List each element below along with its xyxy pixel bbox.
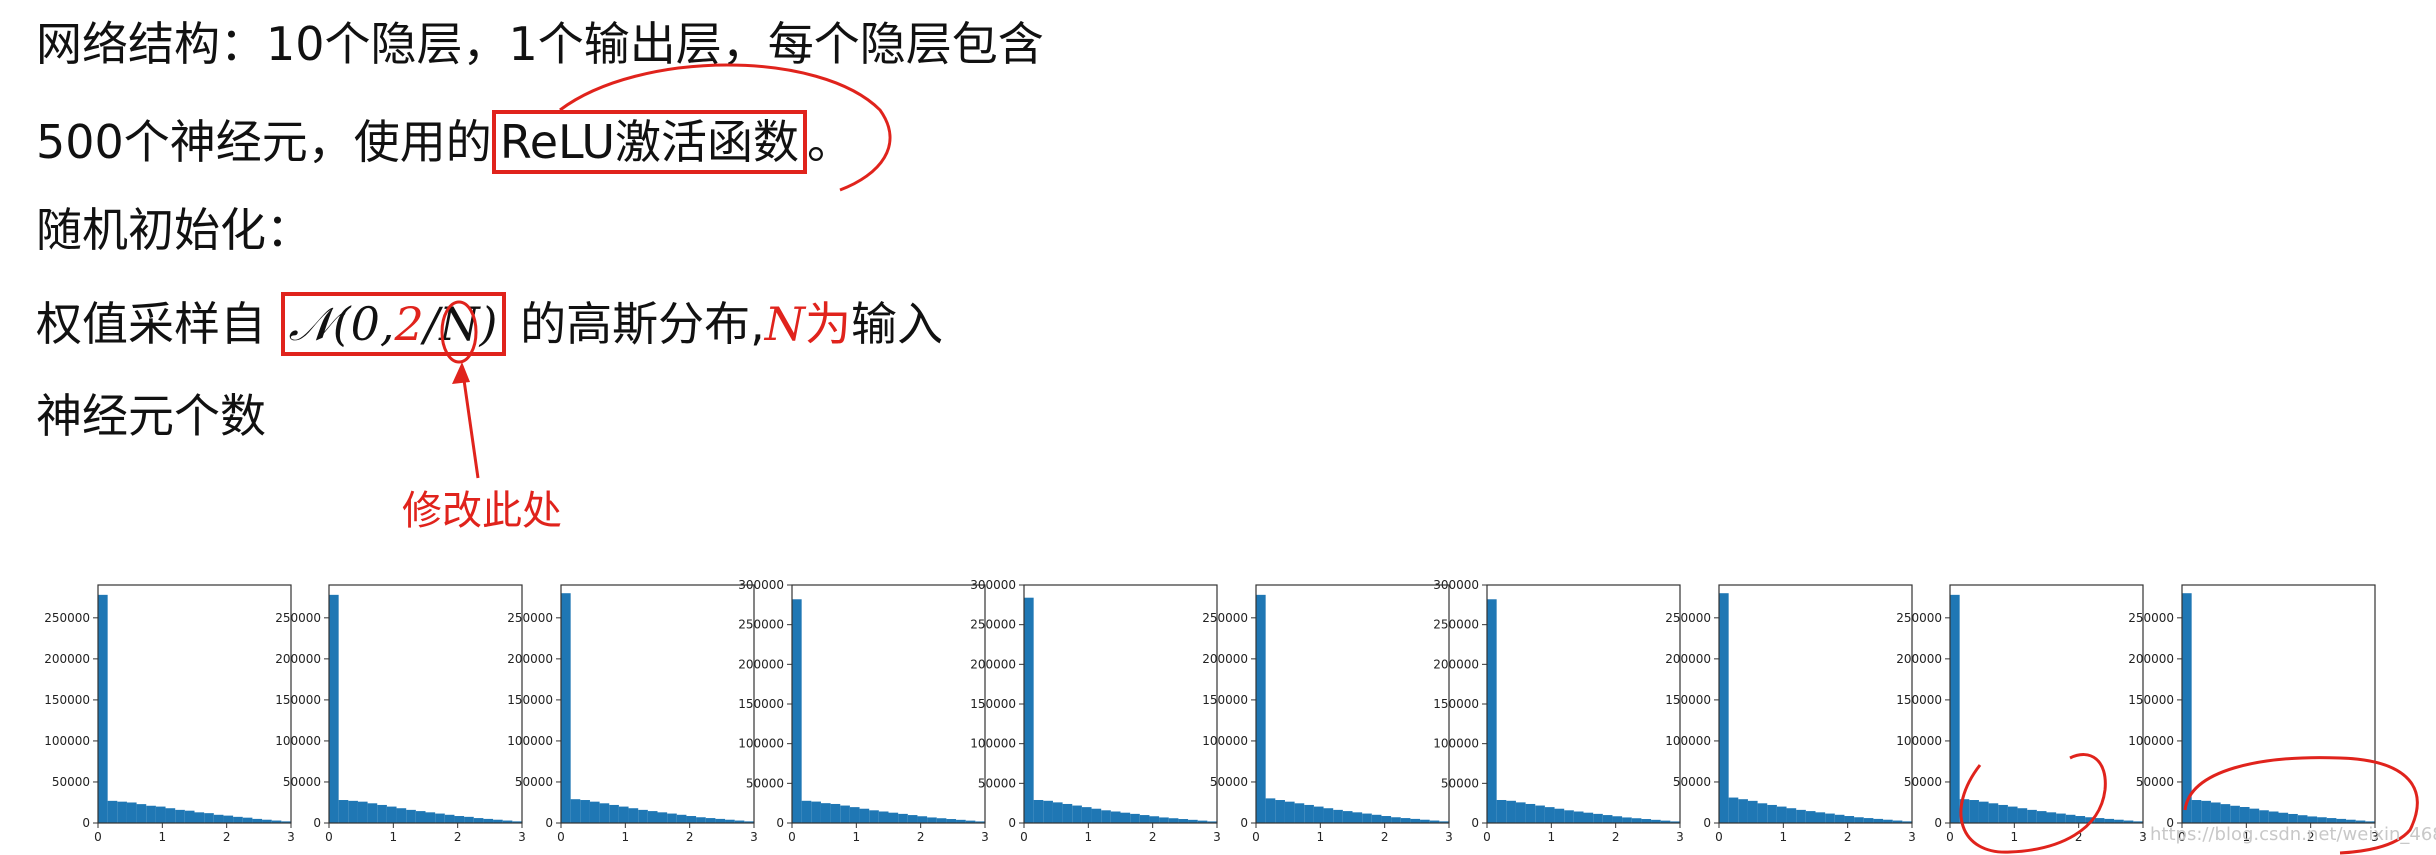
watermark: https://blog.csdn.net/weixin_4680910 bbox=[2150, 824, 2436, 845]
circle-overlay bbox=[1959, 753, 2419, 855]
circle-annotation-panel-9 bbox=[1959, 753, 2107, 854]
